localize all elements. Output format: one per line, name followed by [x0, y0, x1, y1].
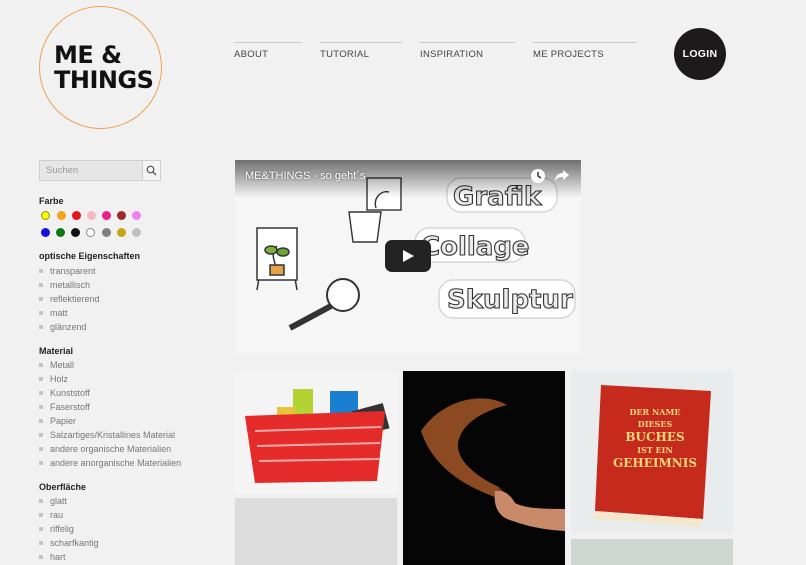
filter-riffelig[interactable]: riffelig [39, 522, 99, 536]
sickle-image [421, 398, 565, 531]
login-button[interactable]: LOGIN [674, 28, 726, 80]
material-title: Material [39, 346, 74, 356]
nav-about-label: ABOUT [234, 49, 269, 60]
oberflaeche-list: glatt rau riffelig scharfkantig hart [39, 494, 99, 564]
play-button[interactable] [385, 240, 431, 272]
color-swatch-magenta[interactable] [102, 211, 111, 220]
color-swatch-red[interactable] [72, 211, 81, 220]
filter-faserstoff[interactable]: Faserstoff [39, 400, 181, 414]
filter-andere-anorganische[interactable]: andere anorganische Materialien [39, 456, 181, 470]
logo[interactable]: ME & THINGS [39, 6, 162, 129]
video-title[interactable]: ME&THINGS - so geht´s [245, 170, 365, 182]
filter-hart[interactable]: hart [39, 550, 99, 564]
color-swatch-brown[interactable] [117, 211, 126, 220]
filter-glaenzend[interactable]: glänzend [39, 320, 100, 334]
filter-scharfkantig[interactable]: scharfkantig [39, 536, 99, 550]
clock-icon[interactable] [530, 168, 546, 184]
basket-image [235, 371, 397, 494]
color-swatch-silver[interactable] [132, 228, 141, 237]
nav-tutorial[interactable]: TUTORIAL [320, 42, 402, 60]
filter-metallisch[interactable]: metallisch [39, 278, 100, 292]
gallery-tile-gray[interactable] [235, 498, 397, 565]
filter-rau[interactable]: rau [39, 508, 99, 522]
nav-inspiration-label: INSPIRATION [420, 49, 484, 60]
color-swatch-green[interactable] [56, 228, 65, 237]
gallery-tile-basket[interactable] [235, 371, 397, 494]
color-swatch-pink[interactable] [87, 211, 96, 220]
search-box [39, 160, 161, 181]
video-player[interactable]: Grafik Collage Skulptur ME&THINGS - so g… [235, 160, 581, 353]
color-swatch-yellow[interactable] [41, 211, 50, 220]
filter-metall[interactable]: Metall [39, 358, 181, 372]
login-label: LOGIN [682, 48, 718, 60]
book-image: DER NAME DIESES BUCHES IST EIN GEHEIMNIS [593, 385, 711, 527]
book-title-line-1: DER NAME [630, 407, 681, 417]
filter-transparent[interactable]: transparent [39, 264, 100, 278]
color-swatch-violet[interactable] [132, 211, 141, 220]
search-button[interactable] [142, 160, 161, 181]
filter-kunststoff[interactable]: Kunststoff [39, 386, 181, 400]
nav-inspiration[interactable]: INSPIRATION [420, 42, 515, 60]
gallery-tile-sickle[interactable] [403, 371, 565, 565]
color-swatch-blue[interactable] [41, 228, 50, 237]
book-title-line-5: GEHEIMNIS [613, 456, 697, 470]
filter-glatt[interactable]: glatt [39, 494, 99, 508]
nav-about[interactable]: ABOUT [234, 42, 302, 60]
material-list: Metall Holz Kunststoff Faserstoff Papier… [39, 358, 181, 470]
play-icon [403, 250, 414, 262]
search-icon [146, 165, 157, 176]
oberflaeche-title: Oberfläche [39, 482, 87, 492]
book-title-line-3: BUCHES [625, 430, 684, 444]
share-icon[interactable] [554, 169, 570, 183]
gallery-tile-book[interactable]: DER NAME DIESES BUCHES IST EIN GEHEIMNIS [571, 371, 733, 533]
color-swatch-gold[interactable] [117, 228, 126, 237]
filter-holz[interactable]: Holz [39, 372, 181, 386]
filter-reflektierend[interactable]: reflektierend [39, 292, 100, 306]
gallery-tile-bottom[interactable] [571, 539, 733, 565]
search-input[interactable] [39, 160, 143, 181]
nav-me-projects-label: ME PROJECTS [533, 49, 604, 60]
optische-title: optische Eigenschaften [39, 251, 141, 261]
nav-tutorial-label: TUTORIAL [320, 49, 370, 60]
logo-text: ME & THINGS [54, 41, 154, 94]
book-title-line-4: IST EIN [637, 445, 672, 455]
video-word-skulptur: Skulptur [447, 285, 573, 315]
filter-matt[interactable]: matt [39, 306, 100, 320]
color-swatch-white[interactable] [86, 228, 95, 237]
filter-papier[interactable]: Papier [39, 414, 181, 428]
filter-salzartiges[interactable]: Salzartiges/Kristallines Material [39, 428, 181, 442]
farbe-title: Farbe [39, 196, 64, 206]
color-swatch-black[interactable] [71, 228, 80, 237]
color-swatch-gray[interactable] [102, 228, 111, 237]
optische-list: transparent metallisch reflektierend mat… [39, 264, 100, 334]
nav-me-projects[interactable]: ME PROJECTS [533, 42, 636, 60]
book-title-line-2: DIESES [638, 419, 673, 429]
filter-andere-organische[interactable]: andere organische Materialien [39, 442, 181, 456]
color-swatch-orange[interactable] [57, 211, 66, 220]
video-word-collage: Collage [421, 232, 530, 262]
